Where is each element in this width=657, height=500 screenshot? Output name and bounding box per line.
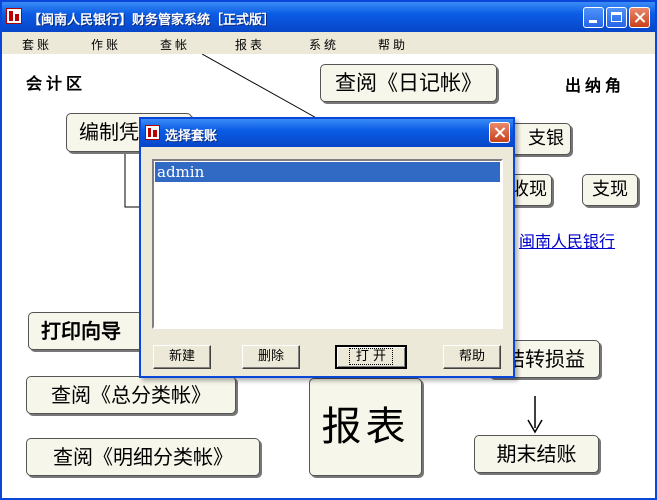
cash-payment-button[interactable]: 支现 bbox=[582, 174, 638, 206]
minimize-button[interactable] bbox=[583, 7, 604, 28]
print-wizard-button[interactable]: 打印向导 bbox=[28, 312, 156, 350]
menu-item-reports[interactable]: 报表 bbox=[235, 36, 265, 53]
bank-payment-button[interactable]: 支银 bbox=[509, 123, 571, 155]
menu-item-bookkeeping[interactable]: 作账 bbox=[91, 36, 121, 53]
menu-item-system[interactable]: 系统 bbox=[309, 36, 339, 53]
menu-item-ledger-set[interactable]: 套账 bbox=[22, 36, 52, 53]
delete-button[interactable]: 删除 bbox=[242, 345, 300, 369]
accounting-area-label: 会计区 bbox=[26, 74, 87, 93]
dialog-title-bar[interactable]: 选择套账 bbox=[141, 119, 513, 147]
help-button[interactable]: 帮助 bbox=[443, 345, 501, 369]
maximize-button[interactable] bbox=[606, 7, 627, 28]
view-general-ledger-button[interactable]: 查阅《总分类帐》 bbox=[26, 376, 236, 414]
dialog-title: 选择套账 bbox=[165, 129, 218, 144]
menu-bar: 套账 作账 查帐 报表 系统 帮助 bbox=[2, 32, 655, 54]
app-icon[interactable] bbox=[6, 8, 22, 24]
cashier-area-label: 出纳角 bbox=[565, 76, 626, 95]
open-button[interactable]: 打 开 bbox=[335, 345, 407, 369]
select-ledger-dialog: 选择套账 admin 新建 删除 打 开 帮助 bbox=[139, 117, 515, 378]
open-button-label: 打 开 bbox=[348, 348, 394, 365]
ledger-list-item[interactable]: admin bbox=[154, 161, 501, 183]
menu-item-inquiry[interactable]: 查帐 bbox=[160, 36, 190, 53]
view-journal-button[interactable]: 查阅《日记帐》 bbox=[320, 64, 497, 102]
title-bar[interactable]: 【闽南人民银行】财务管家系统［正式版］ bbox=[2, 2, 655, 32]
reports-button[interactable]: 报表 bbox=[309, 378, 422, 476]
new-button[interactable]: 新建 bbox=[153, 345, 211, 369]
dialog-app-icon bbox=[145, 125, 160, 140]
close-button[interactable] bbox=[629, 7, 650, 28]
period-close-button[interactable]: 期末结账 bbox=[474, 435, 599, 473]
bank-link[interactable]: 闽南人民银行 bbox=[519, 228, 615, 252]
window-title: 【闽南人民银行】财务管家系统［正式版］ bbox=[28, 13, 276, 28]
view-detail-ledger-button[interactable]: 查阅《明细分类帐》 bbox=[26, 438, 260, 476]
dialog-close-button[interactable] bbox=[489, 122, 510, 143]
menu-item-help[interactable]: 帮助 bbox=[378, 36, 408, 53]
ledger-listbox[interactable]: admin bbox=[152, 159, 503, 329]
